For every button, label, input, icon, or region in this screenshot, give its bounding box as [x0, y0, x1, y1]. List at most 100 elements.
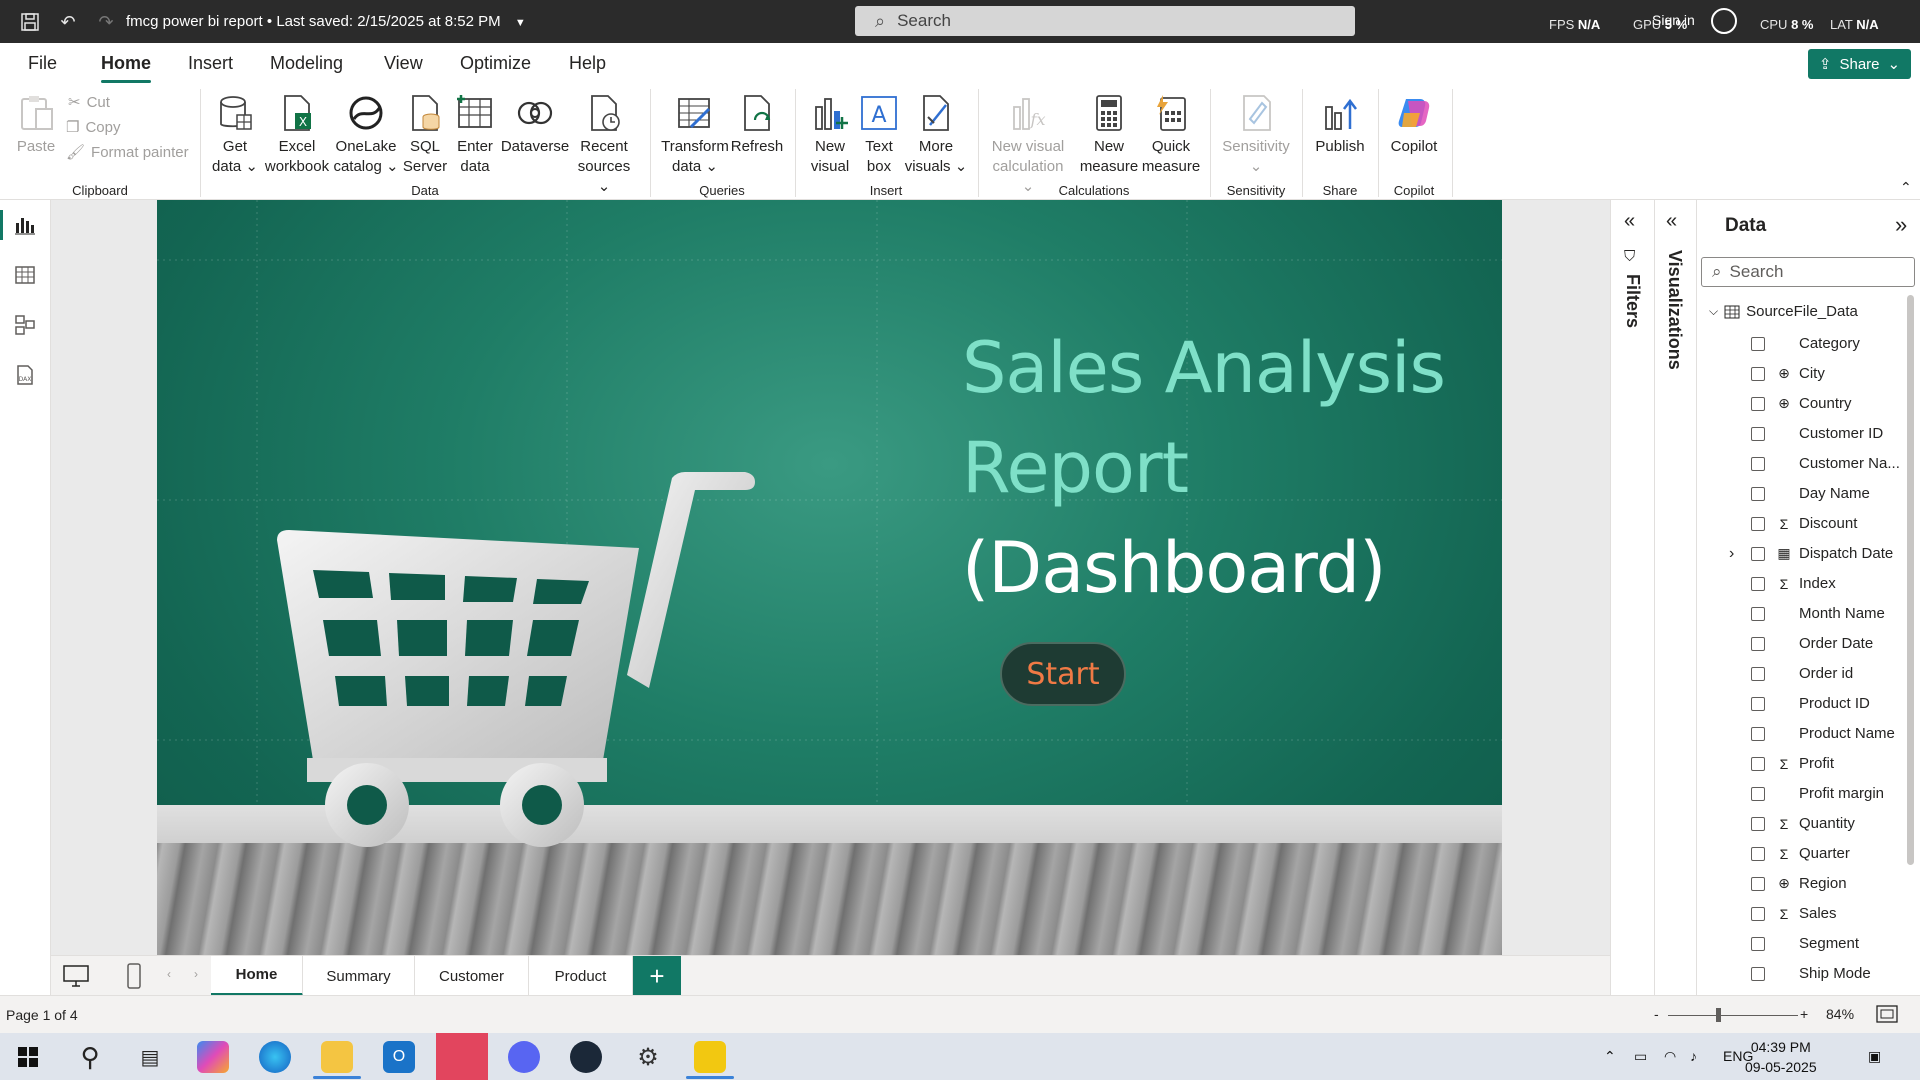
get-data-button[interactable]: Get data ⌄ — [208, 93, 262, 177]
copilot-taskbar-icon[interactable] — [197, 1041, 229, 1073]
file-explorer-icon[interactable] — [321, 1041, 353, 1073]
power-bi-icon[interactable] — [694, 1041, 726, 1073]
scroll-left-icon[interactable]: ‹ — [167, 967, 171, 981]
steam-icon[interactable] — [570, 1041, 602, 1073]
tab-insert[interactable]: Insert — [188, 53, 233, 74]
field-item[interactable]: Category — [1751, 335, 1860, 352]
field-checkbox[interactable] — [1751, 336, 1765, 351]
page-tab-customer[interactable]: Customer — [415, 956, 529, 996]
copy-button[interactable]: ❐ Copy — [66, 118, 120, 137]
field-checkbox[interactable] — [1751, 576, 1765, 591]
field-checkbox[interactable] — [1751, 846, 1765, 861]
dataverse-button[interactable]: Dataverse — [500, 93, 570, 157]
page-tab-product[interactable]: Product — [529, 956, 633, 996]
file-title[interactable]: fmcg power bi report • Last saved: 2/15/… — [126, 13, 526, 30]
field-checkbox[interactable] — [1751, 456, 1765, 471]
field-item[interactable]: Segment — [1751, 935, 1859, 952]
save-icon[interactable] — [18, 10, 42, 34]
field-item[interactable]: Order id — [1751, 665, 1853, 682]
battery-icon[interactable]: ▭ — [1634, 1048, 1647, 1065]
table-node[interactable]: ⌵ SourceFile_Data — [1709, 303, 1858, 320]
field-checkbox[interactable] — [1751, 876, 1765, 891]
app-taskbar-icon[interactable] — [436, 1033, 488, 1080]
field-checkbox[interactable] — [1751, 486, 1765, 501]
zoom-slider[interactable] — [1668, 1015, 1798, 1016]
transform-data-button[interactable]: Transform data ⌄ — [660, 93, 730, 177]
table-view-icon[interactable] — [13, 263, 37, 287]
tab-optimize[interactable]: Optimize — [460, 53, 531, 74]
field-checkbox[interactable] — [1751, 516, 1765, 531]
field-checkbox[interactable] — [1751, 966, 1765, 981]
outlook-icon[interactable]: O — [383, 1041, 415, 1073]
notifications-icon[interactable]: ▣ — [1868, 1048, 1881, 1065]
field-item[interactable]: Σ Discount — [1751, 515, 1857, 532]
field-item[interactable]: Ship Mode — [1751, 965, 1871, 982]
field-checkbox[interactable] — [1751, 426, 1765, 441]
paste-button[interactable]: Paste — [14, 93, 58, 157]
refresh-button[interactable]: Refresh — [730, 93, 784, 157]
filters-label[interactable]: Filters — [1622, 274, 1643, 328]
scroll-right-icon[interactable]: › — [194, 967, 198, 981]
expand-filters-icon[interactable]: « — [1624, 210, 1635, 233]
tab-home[interactable]: Home — [101, 53, 152, 83]
field-checkbox[interactable] — [1751, 636, 1765, 651]
field-item[interactable]: Σ Quantity — [1751, 815, 1855, 832]
field-item[interactable]: Profit margin — [1751, 785, 1884, 802]
visualizations-label[interactable]: Visualizations — [1664, 250, 1685, 370]
onelake-catalog-button[interactable]: OneLake catalog ⌄ — [332, 93, 400, 177]
zoom-slider-thumb[interactable] — [1716, 1008, 1721, 1022]
field-checkbox[interactable] — [1751, 786, 1765, 801]
field-item[interactable]: Day Name — [1751, 485, 1870, 502]
text-box-button[interactable]: A Text box — [857, 93, 901, 177]
wifi-icon[interactable]: ◠ — [1664, 1048, 1676, 1065]
page-tab-home[interactable]: Home — [211, 956, 303, 996]
fit-to-page-icon[interactable] — [1876, 1005, 1898, 1023]
field-item[interactable]: Σ Index — [1751, 575, 1836, 592]
field-checkbox[interactable] — [1751, 816, 1765, 831]
new-visual-calculation-button[interactable]: fx New visual calculation ⌄ — [985, 93, 1071, 197]
expand-visualizations-icon[interactable]: « — [1666, 210, 1677, 233]
field-checkbox[interactable] — [1751, 666, 1765, 681]
quick-measure-button[interactable]: Quick measure — [1140, 93, 1202, 177]
field-item[interactable]: ⊕ Region — [1751, 875, 1847, 892]
clock[interactable]: 04:39 PM 09-05-2025 — [1745, 1037, 1817, 1077]
tab-view[interactable]: View — [384, 53, 423, 74]
zoom-level[interactable]: 84% — [1826, 1006, 1854, 1022]
field-checkbox[interactable] — [1751, 396, 1765, 411]
field-checkbox[interactable] — [1751, 756, 1765, 771]
chevron-up-icon[interactable]: ⌃ — [1604, 1048, 1616, 1065]
field-item[interactable]: Customer Na... — [1751, 455, 1900, 472]
new-measure-button[interactable]: New measure — [1079, 93, 1139, 177]
data-pane-scrollbar[interactable] — [1907, 295, 1914, 865]
field-checkbox[interactable] — [1751, 696, 1765, 711]
dax-query-view-icon[interactable]: DAX — [13, 363, 37, 387]
field-checkbox[interactable] — [1751, 906, 1765, 921]
zoom-out-button[interactable]: - — [1654, 1006, 1659, 1022]
field-item[interactable]: ⊕ Country — [1751, 395, 1852, 412]
field-checkbox[interactable] — [1751, 606, 1765, 621]
field-item[interactable]: Σ Sales — [1751, 905, 1837, 922]
sql-server-button[interactable]: SQL Server — [400, 93, 450, 177]
new-visual-button[interactable]: New visual — [805, 93, 855, 177]
start-button[interactable]: Start — [1000, 642, 1126, 706]
tab-modeling[interactable]: Modeling — [270, 53, 343, 74]
volume-icon[interactable]: ♪ — [1690, 1048, 1697, 1064]
field-item[interactable]: Σ Profit — [1751, 755, 1834, 772]
data-search-input[interactable]: ⌕ Search — [1701, 257, 1915, 287]
field-item[interactable]: Month Name — [1751, 605, 1885, 622]
model-view-icon[interactable] — [13, 313, 37, 337]
avatar[interactable] — [1711, 8, 1737, 34]
enter-data-button[interactable]: Enter data — [452, 93, 498, 177]
more-visuals-button[interactable]: More visuals ⌄ — [903, 93, 969, 177]
cut-button[interactable]: ✂ Cut — [68, 93, 110, 112]
edge-browser-icon[interactable] — [259, 1041, 291, 1073]
collapse-data-pane-icon[interactable]: » — [1895, 212, 1907, 238]
field-item[interactable]: Order Date — [1751, 635, 1873, 652]
field-item[interactable]: Product Name — [1751, 725, 1895, 742]
collapse-ribbon-icon[interactable]: ⌃ — [1900, 179, 1912, 196]
undo-icon[interactable]: ↶ — [56, 10, 80, 34]
copilot-button[interactable]: Copilot — [1384, 93, 1444, 157]
field-checkbox[interactable] — [1751, 936, 1765, 951]
zoom-in-button[interactable]: + — [1800, 1006, 1808, 1022]
sensitivity-button[interactable]: Sensitivity ⌄ — [1220, 93, 1292, 177]
